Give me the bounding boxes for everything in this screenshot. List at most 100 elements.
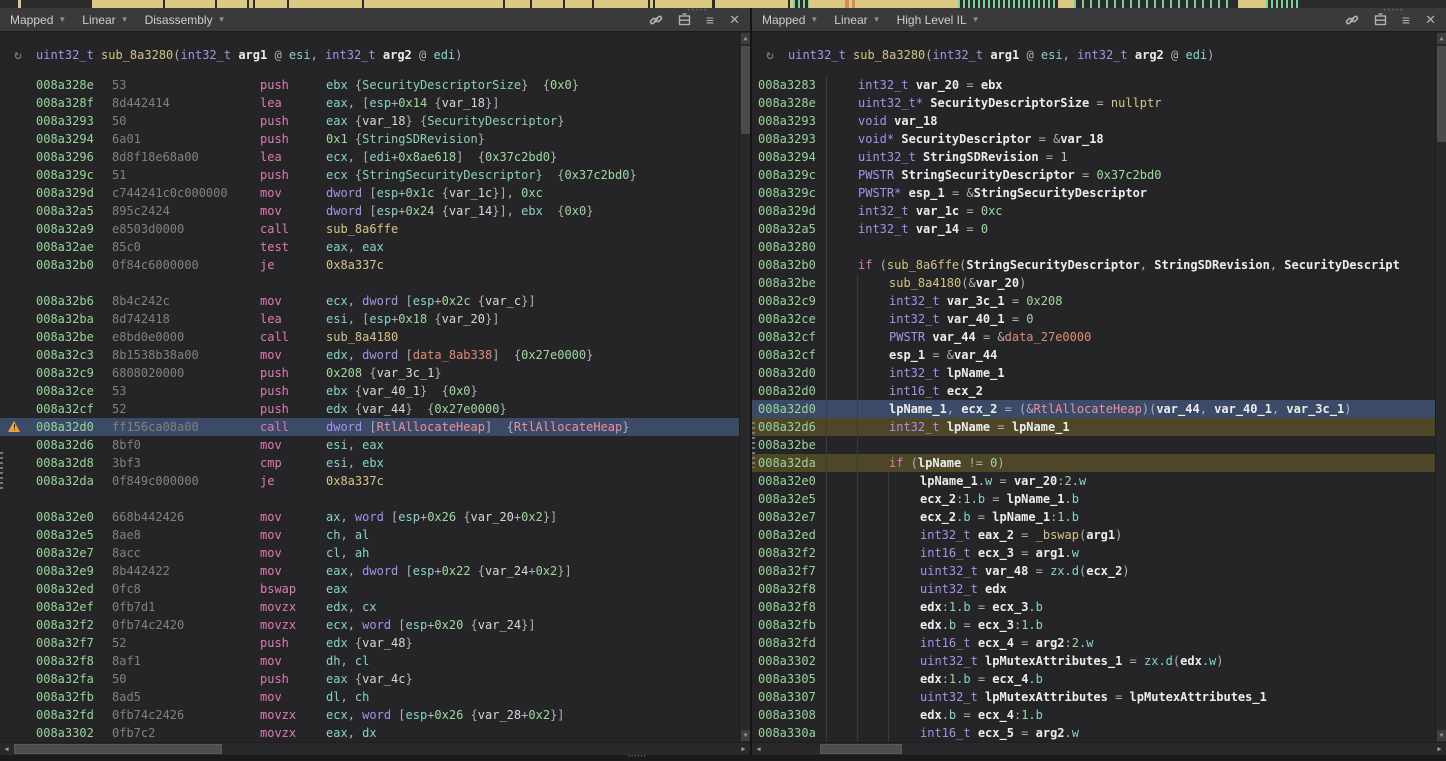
hlil-statement[interactable]: int32_t var_3c_1 = 0x208 [889, 292, 1446, 310]
token-pun[interactable]: } [550, 150, 557, 164]
mnemonic[interactable]: movzx [260, 724, 326, 742]
token-typ[interactable]: uint32_t [858, 150, 916, 164]
mnemonic[interactable]: mov [260, 346, 326, 364]
hlil-statement[interactable]: int16_t ecx_4 = arg2:2.w [920, 634, 1446, 652]
token-num[interactable]: 0x27e0000 [434, 402, 499, 416]
token-fn[interactable]: sub_8a4180 [889, 276, 961, 290]
token-pun[interactable]: ( [872, 258, 886, 272]
token-fld[interactable]: .b [1028, 708, 1042, 722]
token-fld[interactable]: .w [978, 474, 992, 488]
operands[interactable]: 0x8a337c [326, 256, 750, 274]
token-pun[interactable]: } { [406, 114, 428, 128]
feature-map-segment[interactable] [958, 0, 1058, 8]
mnemonic[interactable]: mov [260, 544, 326, 562]
token-pun[interactable]: : [1057, 474, 1064, 488]
token-pun[interactable]: , [348, 294, 362, 308]
hlil-statement[interactable]: int32_t lpName_1 [889, 364, 1446, 382]
token-typ[interactable]: uint32_t [920, 582, 978, 596]
token-var[interactable]: var_3c_1 [947, 294, 1005, 308]
address[interactable]: 008a32e5 [752, 490, 827, 508]
hlil-line[interactable]: 008a3280 [752, 238, 1446, 256]
address[interactable] [36, 490, 112, 508]
token-pun[interactable]: , [340, 690, 354, 704]
hlil-statement[interactable]: sub_8a4180(&var_20) [889, 274, 1446, 292]
token-pun[interactable]: ) [1216, 654, 1223, 668]
token-typ[interactable]: word [362, 618, 391, 632]
hlil-line[interactable]: 008a32d6int32_t lpName = lpName_1 [752, 418, 1446, 436]
disassembly-line[interactable]: 008a329dc744241c0c000000movdword [esp+0x… [0, 184, 750, 202]
token-pun[interactable] [846, 48, 853, 62]
disassembly-line[interactable]: 008a32bee8bd0e0000callsub_8a4180 [0, 328, 750, 346]
instruction-bytes[interactable]: 8af1 [112, 652, 260, 670]
token-pun[interactable]: ) [1115, 528, 1122, 542]
address[interactable]: 008a32cf [752, 328, 827, 346]
address[interactable]: 008a3307 [752, 688, 827, 706]
token-pun[interactable] [909, 222, 916, 236]
token-lvar[interactable]: var_20 [471, 510, 514, 524]
hlil-line[interactable]: 008a32b0if (sub_8a6ffe(StringSecurityDes… [752, 256, 1446, 274]
token-pun[interactable]: } [406, 672, 413, 686]
token-fn[interactable]: sub_8a6ffe [887, 258, 959, 272]
scroll-left-icon[interactable]: ◀ [752, 743, 765, 755]
operands[interactable]: eax {var_4c} [326, 670, 750, 688]
operands[interactable]: cl, ah [326, 544, 750, 562]
address[interactable]: 008a32b0 [752, 256, 827, 274]
token-pun[interactable]: { [348, 672, 362, 686]
token-pun[interactable] [940, 384, 947, 398]
token-pun[interactable] [940, 294, 947, 308]
token-typ[interactable]: void [858, 114, 887, 128]
feature-map-segment[interactable] [1058, 0, 1074, 8]
disassembly-line[interactable]: 008a32a5895c2424movdword [esp+0x24 {var_… [0, 202, 750, 220]
instruction-bytes[interactable] [112, 274, 260, 292]
mnemonic[interactable]: test [260, 238, 326, 256]
token-lvar[interactable]: var_48 [362, 636, 405, 650]
token-pun[interactable]: [ [391, 708, 405, 722]
token-pun[interactable]: { [348, 132, 362, 146]
token-pun[interactable]: }] [485, 312, 499, 326]
token-kw[interactable]: if [858, 258, 872, 272]
token-num[interactable]: 0x208 [326, 366, 362, 380]
token-pun[interactable]: } [499, 402, 506, 416]
token-var[interactable]: ecx_2 [961, 402, 997, 416]
address[interactable]: 008a329d [36, 184, 112, 202]
token-var[interactable]: lpName [947, 420, 990, 434]
disassembly-line[interactable]: 008a328f8d442414leaeax, [esp+0x14 {var_1… [0, 94, 750, 112]
token-fld[interactable]: .b [1065, 492, 1079, 506]
token-var[interactable]: ecx_4 [978, 636, 1014, 650]
hlil-line[interactable]: 008a32cfesp_1 = &var_44 [752, 346, 1446, 364]
token-fld[interactable]: .w [1202, 654, 1216, 668]
scrollbar-thumb[interactable] [820, 744, 902, 754]
token-reg[interactable]: esp [406, 618, 428, 632]
hlil-statement[interactable]: uint32_t* SecurityDescriptorSize = nullp… [858, 94, 1446, 112]
operands[interactable]: edx, dword [data_8ab338] {0x27e0000} [326, 346, 750, 364]
operands[interactable]: eax, [esp+0x14 {var_18}] [326, 94, 750, 112]
token-var[interactable]: arg2 [1135, 48, 1164, 62]
disassembly-line[interactable]: 008a32b68b4c242cmovecx, dword [esp+0x2c … [0, 292, 750, 310]
hlil-statement[interactable]: uint32_t lpMutexAttributes_1 = zx.d(edx.… [920, 652, 1446, 670]
token-num[interactable]: 0x26 [434, 708, 463, 722]
mnemonic[interactable]: lea [260, 148, 326, 166]
hlil-line[interactable]: 008a32d0int32_t lpName_1 [752, 364, 1446, 382]
token-pun[interactable]: { [434, 204, 448, 218]
token-reg[interactable]: esp [377, 186, 399, 200]
token-pun[interactable]: , [340, 510, 354, 524]
token-pun[interactable]: = [992, 474, 1014, 488]
token-pun[interactable] [901, 186, 908, 200]
reanalyze-icon[interactable]: ↻ [0, 48, 36, 63]
token-pun[interactable]: ( [903, 456, 917, 470]
instruction-bytes[interactable]: 51 [112, 166, 260, 184]
instruction-bytes[interactable] [112, 490, 260, 508]
disassembly-line[interactable]: 008a32cf52pushedx {var_44} {0x27e0000} [0, 400, 750, 418]
disassembly-line[interactable]: 008a32fd0fb74c2426movzxecx, word [esp+0x… [0, 706, 750, 724]
hlil-statement[interactable]: int32_t var_20 = ebx [858, 76, 1446, 94]
token-pun[interactable]: { [471, 564, 485, 578]
instruction-bytes[interactable]: 8bf0 [112, 436, 260, 454]
hlil-line[interactable]: 008a3308edx.b = ecx_4:1.b [752, 706, 1446, 724]
token-typ[interactable]: int32_t [933, 48, 984, 62]
token-num[interactable]: 0x0 [550, 78, 572, 92]
token-pun[interactable]: { [348, 402, 362, 416]
mnemonic[interactable]: push [260, 364, 326, 382]
address[interactable]: 008a3308 [752, 706, 827, 724]
hlil-statement[interactable]: lpName_1, ecx_2 = (&RtlAllocateHeap)(var… [889, 400, 1446, 418]
operands[interactable]: edx {var_44} {0x27e0000} [326, 400, 750, 418]
